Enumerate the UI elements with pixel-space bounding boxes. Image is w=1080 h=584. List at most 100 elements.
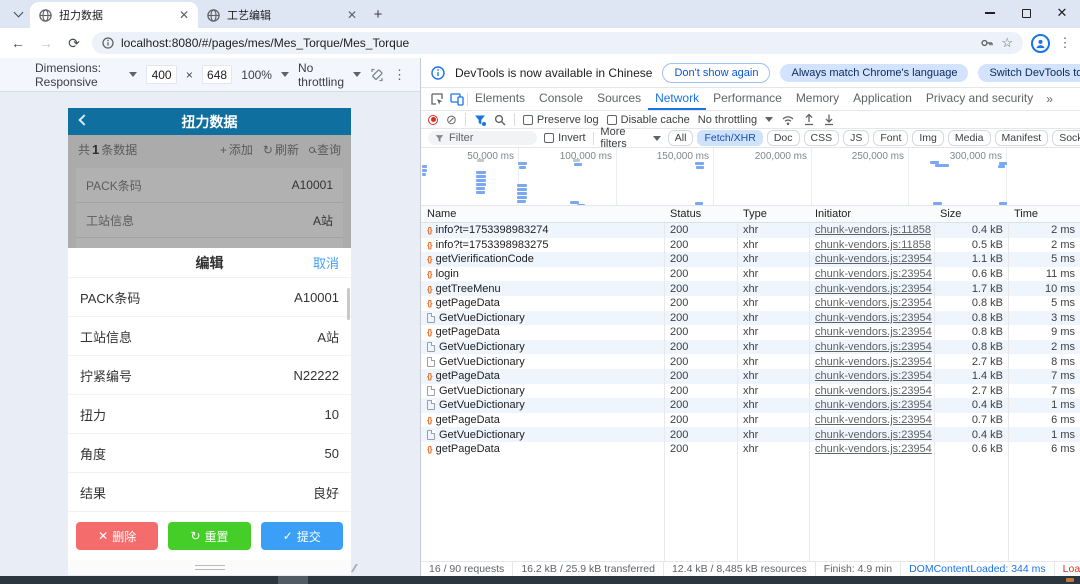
minimize-button[interactable]	[972, 0, 1008, 26]
filter-pill-css[interactable]: CSS	[804, 130, 840, 146]
page-info-icon[interactable]	[102, 37, 114, 49]
column-divider[interactable]	[934, 206, 935, 561]
filter-pill-img[interactable]: Img	[912, 130, 944, 146]
disable-cache-checkbox[interactable]: Disable cache	[607, 114, 690, 126]
request-row[interactable]: GetVueDictionary200xhrchunk-vendors.js:2…	[421, 311, 1080, 326]
list-item[interactable]: PACK条码A10001	[76, 168, 343, 203]
request-row[interactable]: {}getVierificationCode200xhrchunk-vendor…	[421, 252, 1080, 267]
back-button[interactable]: ←	[8, 35, 28, 51]
network-throttling-select[interactable]: No throttling	[698, 114, 757, 126]
devtools-tab-privacy-and-security[interactable]: Privacy and security	[919, 88, 1040, 110]
devtools-tab-application[interactable]: Application	[846, 88, 919, 110]
request-row[interactable]: {}getPageData200xhrchunk-vendors.js:2395…	[421, 369, 1080, 384]
request-row[interactable]: {}info?t=1753398983275200xhrchunk-vendor…	[421, 238, 1080, 253]
devtools-tab-performance[interactable]: Performance	[706, 88, 789, 110]
preserve-log-checkbox[interactable]: Preserve log	[523, 114, 599, 126]
request-row[interactable]: GetVueDictionary200xhrchunk-vendors.js:2…	[421, 354, 1080, 369]
page-scrollbar[interactable]	[347, 288, 350, 320]
network-overview-timeline[interactable]: 50,000 ms100,000 ms150,000 ms200,000 ms2…	[421, 148, 1080, 206]
column-header-initiator[interactable]: Initiator	[809, 208, 934, 220]
request-row[interactable]: {}info?t=1753398983274200xhrchunk-vendor…	[421, 223, 1080, 238]
browser-tab-inactive[interactable]: 工艺编辑 ✕	[198, 2, 366, 28]
request-row[interactable]: {}getPageData200xhrchunk-vendors.js:2395…	[421, 296, 1080, 311]
devtools-tab-network[interactable]: Network	[648, 88, 706, 110]
add-button[interactable]: +添加	[220, 141, 253, 158]
initiator-link[interactable]: chunk-vendors.js:23954	[815, 370, 932, 382]
initiator-link[interactable]: chunk-vendors.js:23954	[815, 312, 932, 324]
forward-button[interactable]: →	[36, 35, 56, 51]
request-row[interactable]: {}login200xhrchunk-vendors.js:239540.6 k…	[421, 267, 1080, 282]
device-toolbar-menu[interactable]: ⋮	[393, 67, 406, 83]
filter-pill-manifest[interactable]: Manifest	[995, 130, 1049, 146]
filter-input[interactable]: Filter	[428, 131, 537, 145]
request-row[interactable]: GetVueDictionary200xhrchunk-vendors.js:2…	[421, 340, 1080, 355]
inspect-element-icon[interactable]	[427, 92, 447, 106]
filter-pill-font[interactable]: Font	[873, 130, 908, 146]
export-har-icon[interactable]	[823, 113, 835, 126]
submit-button[interactable]: ✓提交	[261, 522, 343, 550]
match-language-button[interactable]: Always match Chrome's language	[780, 64, 968, 82]
dimensions-select[interactable]: Dimensions: Responsive	[35, 61, 120, 89]
refresh-button[interactable]: ↻刷新	[263, 141, 299, 158]
new-tab-button[interactable]: +	[366, 2, 390, 26]
rotate-device-icon[interactable]	[370, 68, 384, 82]
os-taskbar[interactable]	[0, 576, 1080, 584]
devtools-tab-sources[interactable]: Sources	[590, 88, 648, 110]
initiator-link[interactable]: chunk-vendors.js:23954	[815, 414, 932, 426]
network-conditions-icon[interactable]	[781, 114, 795, 126]
zoom-select[interactable]: 100%	[241, 68, 272, 82]
clear-network-log-icon[interactable]: ⊘	[446, 113, 457, 126]
filter-pill-socket[interactable]: Socket	[1052, 130, 1080, 146]
tab-close-icon[interactable]: ✕	[179, 8, 189, 22]
initiator-link[interactable]: chunk-vendors.js:23954	[815, 429, 932, 441]
initiator-link[interactable]: chunk-vendors.js:23954	[815, 356, 932, 368]
more-filters-button[interactable]: More filters	[600, 126, 645, 150]
request-row[interactable]: {}getTreeMenu200xhrchunk-vendors.js:2395…	[421, 281, 1080, 296]
column-divider[interactable]	[737, 206, 738, 561]
filter-funnel-icon[interactable]	[474, 114, 486, 126]
height-input[interactable]: 648	[202, 65, 232, 84]
initiator-link[interactable]: chunk-vendors.js:23954	[815, 443, 932, 455]
initiator-link[interactable]: chunk-vendors.js:23954	[815, 326, 932, 338]
initiator-link[interactable]: chunk-vendors.js:23954	[815, 253, 932, 265]
request-row[interactable]: GetVueDictionary200xhrchunk-vendors.js:2…	[421, 398, 1080, 413]
column-divider[interactable]	[664, 206, 665, 561]
devtools-tab-memory[interactable]: Memory	[789, 88, 846, 110]
form-row[interactable]: 结果良好	[68, 473, 351, 512]
taskbar-app-segment[interactable]	[278, 576, 308, 584]
column-header-name[interactable]: Name	[421, 208, 664, 220]
device-toolbar-toggle-icon[interactable]	[447, 92, 467, 106]
maximize-button[interactable]	[1008, 0, 1044, 26]
initiator-link[interactable]: chunk-vendors.js:11858	[815, 239, 931, 251]
record-network-log-button[interactable]	[428, 115, 438, 125]
request-row[interactable]: {}getPageData200xhrchunk-vendors.js:2395…	[421, 442, 1080, 457]
reload-button[interactable]: ⟳	[64, 35, 84, 52]
list-item[interactable]: 工站信息A站	[76, 203, 343, 238]
password-key-icon[interactable]	[980, 36, 994, 50]
form-row[interactable]: 扭力10	[68, 395, 351, 434]
form-row[interactable]: 角度50	[68, 434, 351, 473]
form-row[interactable]: 拧紧编号N22222	[68, 356, 351, 395]
initiator-link[interactable]: chunk-vendors.js:23954	[815, 283, 932, 295]
address-bar[interactable]: localhost:8080/#/pages/mes/Mes_Torque/Me…	[92, 32, 1023, 54]
invert-checkbox[interactable]: Invert	[544, 132, 586, 144]
column-header-status[interactable]: Status	[664, 208, 737, 220]
initiator-link[interactable]: chunk-vendors.js:23954	[815, 297, 932, 309]
search-icon[interactable]	[494, 114, 506, 126]
throttling-select[interactable]: No throttling	[298, 61, 344, 89]
filter-pill-doc[interactable]: Doc	[767, 130, 800, 146]
width-input[interactable]: 400	[146, 65, 176, 84]
request-row[interactable]: GetVueDictionary200xhrchunk-vendors.js:2…	[421, 384, 1080, 399]
column-divider[interactable]	[809, 206, 810, 561]
url-text[interactable]: localhost:8080/#/pages/mes/Mes_Torque/Me…	[121, 36, 973, 50]
reset-button[interactable]: ↻重置	[168, 522, 250, 550]
column-divider[interactable]	[1008, 206, 1009, 561]
column-header-type[interactable]: Type	[737, 208, 809, 220]
request-row[interactable]: GetVueDictionary200xhrchunk-vendors.js:2…	[421, 427, 1080, 442]
more-tabs-button[interactable]: »	[1040, 92, 1059, 106]
initiator-link[interactable]: chunk-vendors.js:23954	[815, 385, 932, 397]
search-button[interactable]: 查询	[309, 141, 341, 158]
back-chevron-icon[interactable]	[78, 114, 89, 125]
filter-pill-js[interactable]: JS	[843, 130, 869, 146]
tab-close-icon[interactable]: ✕	[347, 8, 357, 22]
